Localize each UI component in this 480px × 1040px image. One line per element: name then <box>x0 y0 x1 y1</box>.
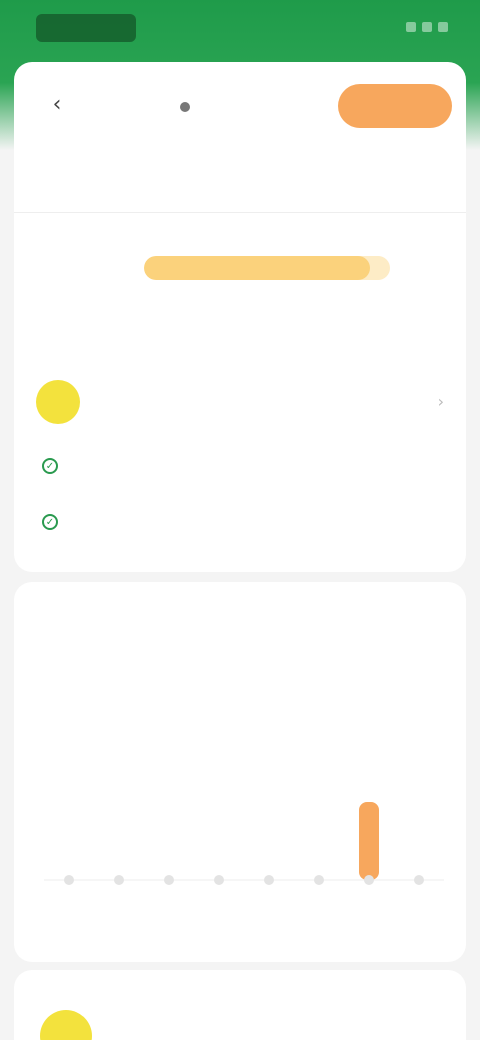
wifi-icon <box>422 22 432 32</box>
status-time-pill <box>36 14 136 42</box>
status-bar <box>0 0 480 56</box>
chart-point <box>264 875 274 885</box>
check-item: ✓ <box>42 458 70 474</box>
bar-chart <box>44 802 444 885</box>
chart-card <box>14 582 466 962</box>
progress-bar <box>144 256 390 280</box>
divider <box>14 212 466 213</box>
chart-point <box>414 875 424 885</box>
battery-icon <box>438 22 448 32</box>
chart-point <box>114 875 124 885</box>
check-circle-icon: ✓ <box>42 514 58 530</box>
chart-bar[interactable] <box>359 802 379 880</box>
tab-period-4[interactable] <box>424 650 440 658</box>
chart-point <box>64 875 74 885</box>
tab-period-2[interactable] <box>168 650 184 658</box>
chart-point <box>214 875 224 885</box>
chart-point <box>364 875 374 885</box>
chart-point <box>164 875 174 885</box>
check-circle-icon: ✓ <box>42 458 58 474</box>
sun-icon <box>36 380 80 424</box>
check-item: ✓ <box>42 514 70 530</box>
back-icon[interactable]: ‹ <box>44 92 70 118</box>
notice-row[interactable]: › <box>36 374 444 430</box>
tab-period-1[interactable] <box>40 650 56 658</box>
bottom-card <box>14 970 466 1040</box>
status-icons <box>396 22 448 34</box>
sun-icon <box>40 1010 92 1040</box>
chevron-right-icon: › <box>437 392 444 411</box>
progress-fill <box>144 256 371 280</box>
primary-action-button[interactable] <box>338 84 452 128</box>
tab-period-3[interactable] <box>296 650 312 658</box>
signal-icon <box>406 22 416 32</box>
summary-card: ‹ › ✓ ✓ <box>14 62 466 572</box>
page-title <box>180 94 330 120</box>
period-tabs <box>40 650 440 658</box>
title-dot-icon <box>180 102 190 112</box>
chart-point <box>314 875 324 885</box>
